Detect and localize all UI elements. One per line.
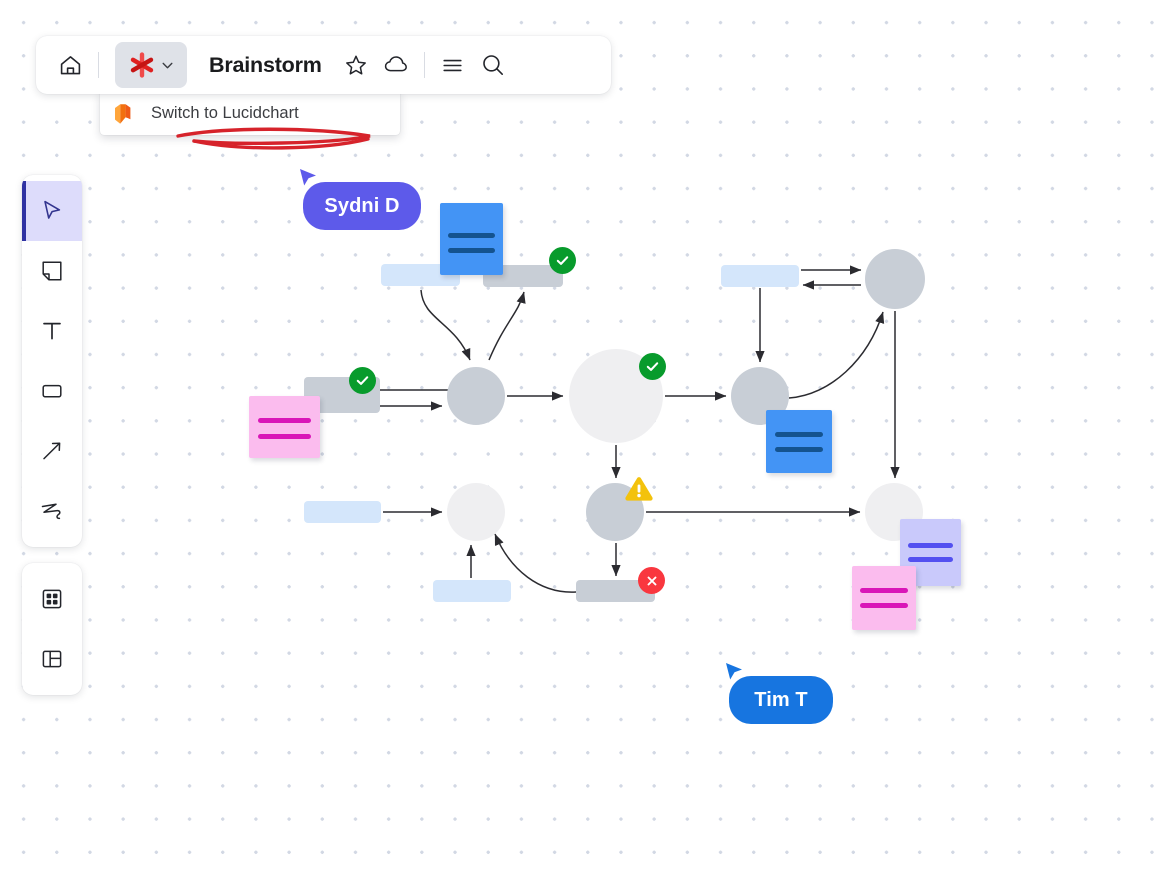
lucidchart-logo-icon [114,103,134,125]
circle-gray-1[interactable] [447,367,505,425]
panel-rail[interactable] [22,563,82,695]
circle-white-2[interactable] [447,483,505,541]
warning-triangle-icon [625,477,653,501]
note-text-line [907,543,954,548]
tool-rail[interactable] [22,175,82,547]
status-badge-error[interactable] [638,567,665,594]
arrow-line-icon [43,442,61,460]
search-button[interactable] [473,45,513,85]
sticky-tool[interactable] [22,241,82,301]
note-text-line [258,418,311,423]
search-icon [482,55,503,75]
product-switcher[interactable] [115,42,187,88]
note-text-line [860,588,908,593]
status-badge-approved-3[interactable] [639,353,666,380]
text-t-icon [43,322,61,340]
pink-note-right[interactable] [852,566,916,630]
collaborator-label-tim: Tim T [729,676,833,724]
templates-panel[interactable] [22,629,82,689]
note-text-line [774,432,824,437]
app-toolbar[interactable]: Brainstorm [36,36,611,94]
collaborator-name: Sydni D [324,194,400,217]
line-tool[interactable] [22,421,82,481]
whiteboard-canvas[interactable]: Sydni D Tim T Switch to Lucidchart Brain… [0,0,1160,870]
collaborator-label-sydni: Sydni D [303,182,421,230]
status-badge-approved-1[interactable] [549,247,576,274]
layout-panel-icon [42,650,62,668]
select-tool[interactable] [22,181,82,241]
rect-light-blue-3[interactable] [304,501,381,523]
blue-note-top[interactable] [440,203,503,275]
grid-squares-icon [42,589,62,609]
pink-note-left[interactable] [249,396,320,458]
check-icon [646,362,659,371]
star-icon [345,55,366,75]
collaborator-name: Tim T [754,688,808,711]
status-badge-approved-2[interactable] [349,367,376,394]
note-text-line [860,603,908,608]
circle-gray-3[interactable] [865,249,925,309]
rect-light-blue-2[interactable] [721,265,799,287]
product-switch-menu[interactable]: Switch to Lucidchart [100,92,400,135]
freehand-tool[interactable] [22,481,82,541]
note-text-line [907,557,954,562]
blue-note-right[interactable] [766,410,832,473]
text-tool[interactable] [22,301,82,361]
rectangle-icon [42,384,62,398]
close-x-icon [647,576,656,585]
favorite-button[interactable] [336,45,376,85]
home-button[interactable] [50,45,90,85]
sticky-note-icon [42,261,62,281]
menu-button[interactable] [433,45,473,85]
scribble-pen-icon [41,503,61,520]
cloud-save-status[interactable] [376,45,416,85]
divider [423,52,425,78]
chevron-down-icon [162,62,172,68]
lucidspark-asterisk-icon [130,52,153,78]
note-text-line [448,248,495,253]
cursor-arrow-icon [44,200,61,219]
check-icon [356,376,369,385]
rect-light-blue-4[interactable] [433,580,511,602]
divider [98,52,99,78]
hamburger-menu-icon [443,59,462,71]
shape-tool[interactable] [22,361,82,421]
shape-library-panel[interactable] [22,569,82,629]
note-text-line [258,434,311,439]
cloud-icon [384,56,407,72]
check-icon [556,256,569,265]
document-title[interactable]: Brainstorm [209,53,322,78]
note-text-line [448,233,495,238]
home-icon [60,55,80,74]
status-badge-warning[interactable] [624,476,654,503]
note-text-line [774,447,824,452]
switch-to-lucidchart-label: Switch to Lucidchart [151,104,299,122]
